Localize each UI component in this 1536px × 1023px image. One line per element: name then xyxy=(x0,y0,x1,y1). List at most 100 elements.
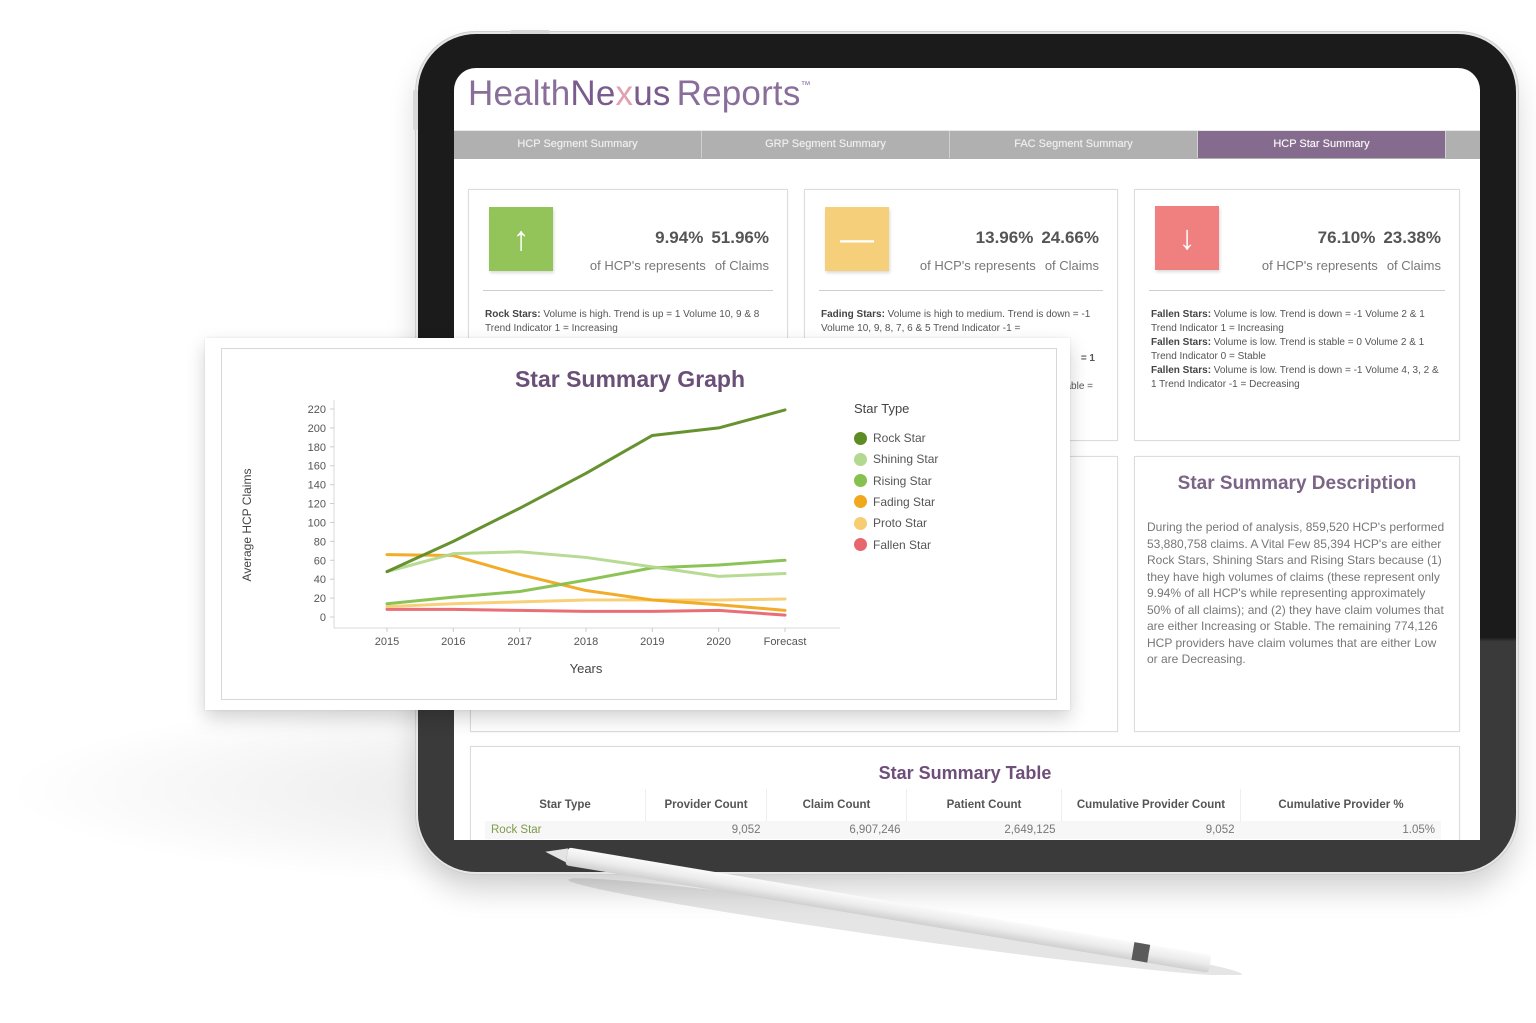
legend-label: Shining Star xyxy=(873,452,939,467)
kpi-labels: of HCP's represents of Claims xyxy=(581,258,769,273)
legend-item-rising-star[interactable]: Rising Star xyxy=(854,474,932,488)
hcp-percent: 9.94% xyxy=(655,228,704,247)
tab-fac-segment-summary[interactable]: FAC Segment Summary xyxy=(950,131,1198,158)
legend-swatch-icon xyxy=(854,431,867,445)
tab-grp-segment-summary[interactable]: GRP Segment Summary xyxy=(702,131,950,158)
kpi-description: Fallen Stars: Volume is low. Trend is do… xyxy=(1151,309,1439,390)
description-body: During the period of analysis, 859,520 H… xyxy=(1147,520,1445,666)
y-tick-label: 100 xyxy=(308,517,326,529)
legend-title: Star Type xyxy=(854,401,910,416)
cell-claim-count: 6,907,246 xyxy=(766,821,907,839)
kpi-card-fallen-stars: ↓ 76.10% 23.38% of HCP's represents of Cla… xyxy=(1134,189,1460,441)
kpi-labels: of HCP's represents of Claims xyxy=(911,258,1099,273)
divider xyxy=(483,290,773,291)
y-tick-label: 180 xyxy=(308,442,326,454)
legend-swatch-icon xyxy=(854,516,867,530)
legend-label: Rising Star xyxy=(873,473,932,488)
x-tick-label: 2018 xyxy=(574,636,598,648)
legend-item-shining-star[interactable]: Shining Star xyxy=(854,452,938,466)
legend-item-proto-star[interactable]: Proto Star xyxy=(854,516,927,530)
claims-percent: 24.66% xyxy=(1041,228,1099,247)
y-tick-label: 80 xyxy=(314,536,326,548)
star-summary-description-card: Star Summary Description During the peri… xyxy=(1134,456,1460,732)
kpi-labels: of HCP's represents of Claims xyxy=(1253,258,1441,273)
kpi-values: 9.94% 51.96% xyxy=(647,228,769,248)
series-line-rock-star xyxy=(385,408,787,574)
hcp-label: of HCP's represents xyxy=(589,258,706,273)
stylus-image xyxy=(545,847,1242,975)
logo-health: Health xyxy=(468,74,571,113)
hcp-percent: 13.96% xyxy=(975,228,1034,247)
tab-hcp-segment-summary[interactable]: HCP Segment Summary xyxy=(454,131,702,158)
legend-label: Proto Star xyxy=(873,516,928,531)
cell-provider-count: 9,052 xyxy=(645,821,767,839)
y-tick-label: 160 xyxy=(308,461,326,473)
hcp-percent: 76.10% xyxy=(1317,228,1376,247)
claims-percent: 51.96% xyxy=(711,228,769,247)
column-header[interactable]: Patient Count xyxy=(906,789,1062,821)
series-line-fading-star xyxy=(385,553,787,612)
x-tick-label: Forecast xyxy=(764,636,807,648)
legend-item-fallen-star[interactable]: Fallen Star xyxy=(854,538,931,552)
divider xyxy=(1149,290,1445,291)
cell-star-type: Rock Star xyxy=(485,821,646,839)
legend-swatch-icon xyxy=(854,538,867,551)
column-header[interactable]: Claim Count xyxy=(766,789,907,821)
series-line-rising-star xyxy=(385,558,787,606)
tab-bar: HCP Segment Summary GRP Segment Summary … xyxy=(454,130,1480,159)
x-tick-label: 2020 xyxy=(706,636,730,648)
kpi-values: 13.96% 24.66% xyxy=(968,228,1099,248)
y-tick-label: 120 xyxy=(308,499,326,511)
hcp-label: of HCP's represents xyxy=(1261,258,1378,273)
logo-reports: Reports xyxy=(676,74,801,113)
description-title: Star Summary Description xyxy=(1177,473,1417,494)
y-tick-label: 140 xyxy=(308,480,326,492)
x-tick-label: 2016 xyxy=(441,636,465,648)
tablet-side-button xyxy=(413,90,418,130)
legend-label: Fading Star xyxy=(873,494,936,509)
divider xyxy=(819,290,1103,291)
table-row[interactable]: Rock Star 9,052 6,907,246 2,649,125 9,05… xyxy=(485,821,1441,839)
star-summary-graph-card: Star Summary Graph 0 20 40 60 80 100 120 140 160… xyxy=(205,338,1070,710)
kpi-description-partial: = 1 xyxy=(1080,353,1095,364)
star-summary-table-card: Star Summary Table Star Type Provider Co… xyxy=(470,746,1460,840)
column-header[interactable]: Star Type xyxy=(485,789,646,821)
y-axis-label: Average HCP Claims xyxy=(240,469,254,582)
logo-trademark: ™ xyxy=(800,80,811,91)
y-tick-label: 40 xyxy=(314,574,326,586)
legend-item-fading-star[interactable]: Fading Star xyxy=(854,495,935,509)
hcp-label: of HCP's represents xyxy=(919,258,1036,273)
y-tick-label: 220 xyxy=(308,404,326,416)
y-tick-label: 0 xyxy=(320,612,326,624)
legend-swatch-icon xyxy=(854,474,867,488)
kpi-description: Fading Stars: Volume is high to medium. … xyxy=(821,309,1091,334)
column-header[interactable]: Cumulative Provider Count xyxy=(1061,789,1241,821)
dash-icon: — xyxy=(825,207,889,271)
star-summary-table: Star Type Provider Count Claim Count Pat… xyxy=(485,789,1441,839)
y-tick-label: 200 xyxy=(308,423,326,435)
tab-hcp-star-summary[interactable]: HCP Star Summary xyxy=(1198,131,1446,158)
legend-swatch-icon xyxy=(854,452,867,466)
app-logo: HealthNexus Reports™ xyxy=(468,74,811,114)
arrow-up-icon: ↑ xyxy=(489,207,553,271)
legend-swatch-icon xyxy=(854,495,867,509)
arrow-down-icon: ↓ xyxy=(1155,206,1219,270)
kpi-description: Rock Stars: Volume is high. Trend is up … xyxy=(485,309,760,334)
legend-label: Fallen Star xyxy=(873,537,932,552)
legend-label: Rock Star xyxy=(873,431,926,445)
logo-nexus: Nexus xyxy=(570,74,671,113)
cell-cumulative-provider-count: 9,052 xyxy=(1061,821,1241,839)
series-line-fallen-star xyxy=(385,607,787,617)
claims-label: of Claims xyxy=(1386,258,1441,273)
cell-patient-count: 2,649,125 xyxy=(906,821,1062,839)
column-header[interactable]: Provider Count xyxy=(645,789,767,821)
column-header[interactable]: Cumulative Provider % xyxy=(1240,789,1441,821)
legend-item-rock-star[interactable]: Rock Star xyxy=(854,431,926,445)
x-tick-label: 2015 xyxy=(375,636,399,648)
kpi-values: 76.10% 23.38% xyxy=(1310,228,1441,248)
cell-cumulative-provider-pct: 1.05% xyxy=(1240,821,1441,839)
y-tick-label: 20 xyxy=(314,593,326,605)
x-axis-label: Years xyxy=(570,661,603,676)
line-chart: 0 20 40 60 80 100 120 140 160 180 200 220 2015 2016 20… xyxy=(240,400,840,676)
claims-label: of Claims xyxy=(1044,258,1099,273)
